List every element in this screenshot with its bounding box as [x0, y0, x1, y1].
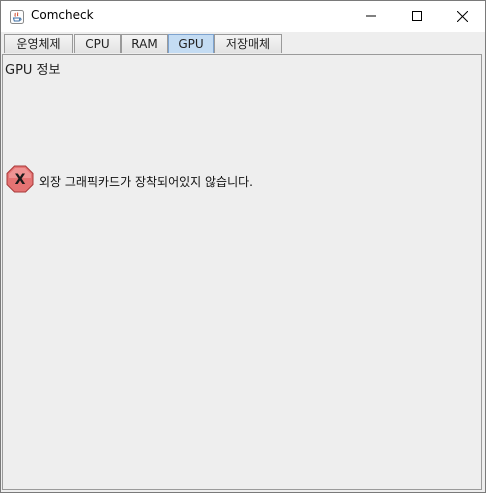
tab-gpu[interactable]: GPU — [168, 34, 214, 53]
panel-title: GPU 정보 — [5, 63, 61, 78]
tab-cpu[interactable]: CPU — [74, 34, 121, 53]
content-area: 운영체제 CPU RAM GPU 저장매체 GPU 정보 X 외장 그래픽카드가… — [1, 32, 485, 492]
gpu-panel: GPU 정보 X 외장 그래픽카드가 장착되어있지 않습니다. — [2, 54, 482, 490]
close-icon — [457, 11, 468, 22]
error-icon-letter: X — [15, 172, 26, 188]
application-window: Comcheck 운영체제 CPU RAM GPU 저장매체 GPU 정보 X … — [0, 0, 486, 493]
tab-storage[interactable]: 저장매체 — [214, 34, 282, 53]
tab-os[interactable]: 운영체제 — [4, 34, 73, 53]
error-message: 외장 그래픽카드가 장착되어있지 않습니다. — [39, 175, 253, 189]
error-icon: X — [6, 165, 34, 193]
maximize-icon — [412, 11, 422, 21]
tab-strip: 운영체제 CPU RAM GPU 저장매체 — [3, 34, 483, 54]
minimize-button[interactable] — [348, 1, 394, 32]
minimize-icon — [366, 15, 376, 17]
maximize-button[interactable] — [394, 1, 440, 32]
window-title: Comcheck — [31, 8, 94, 22]
close-button[interactable] — [439, 1, 485, 32]
tab-ram[interactable]: RAM — [121, 34, 168, 53]
title-bar[interactable]: Comcheck — [1, 1, 485, 32]
java-app-icon — [10, 9, 24, 24]
